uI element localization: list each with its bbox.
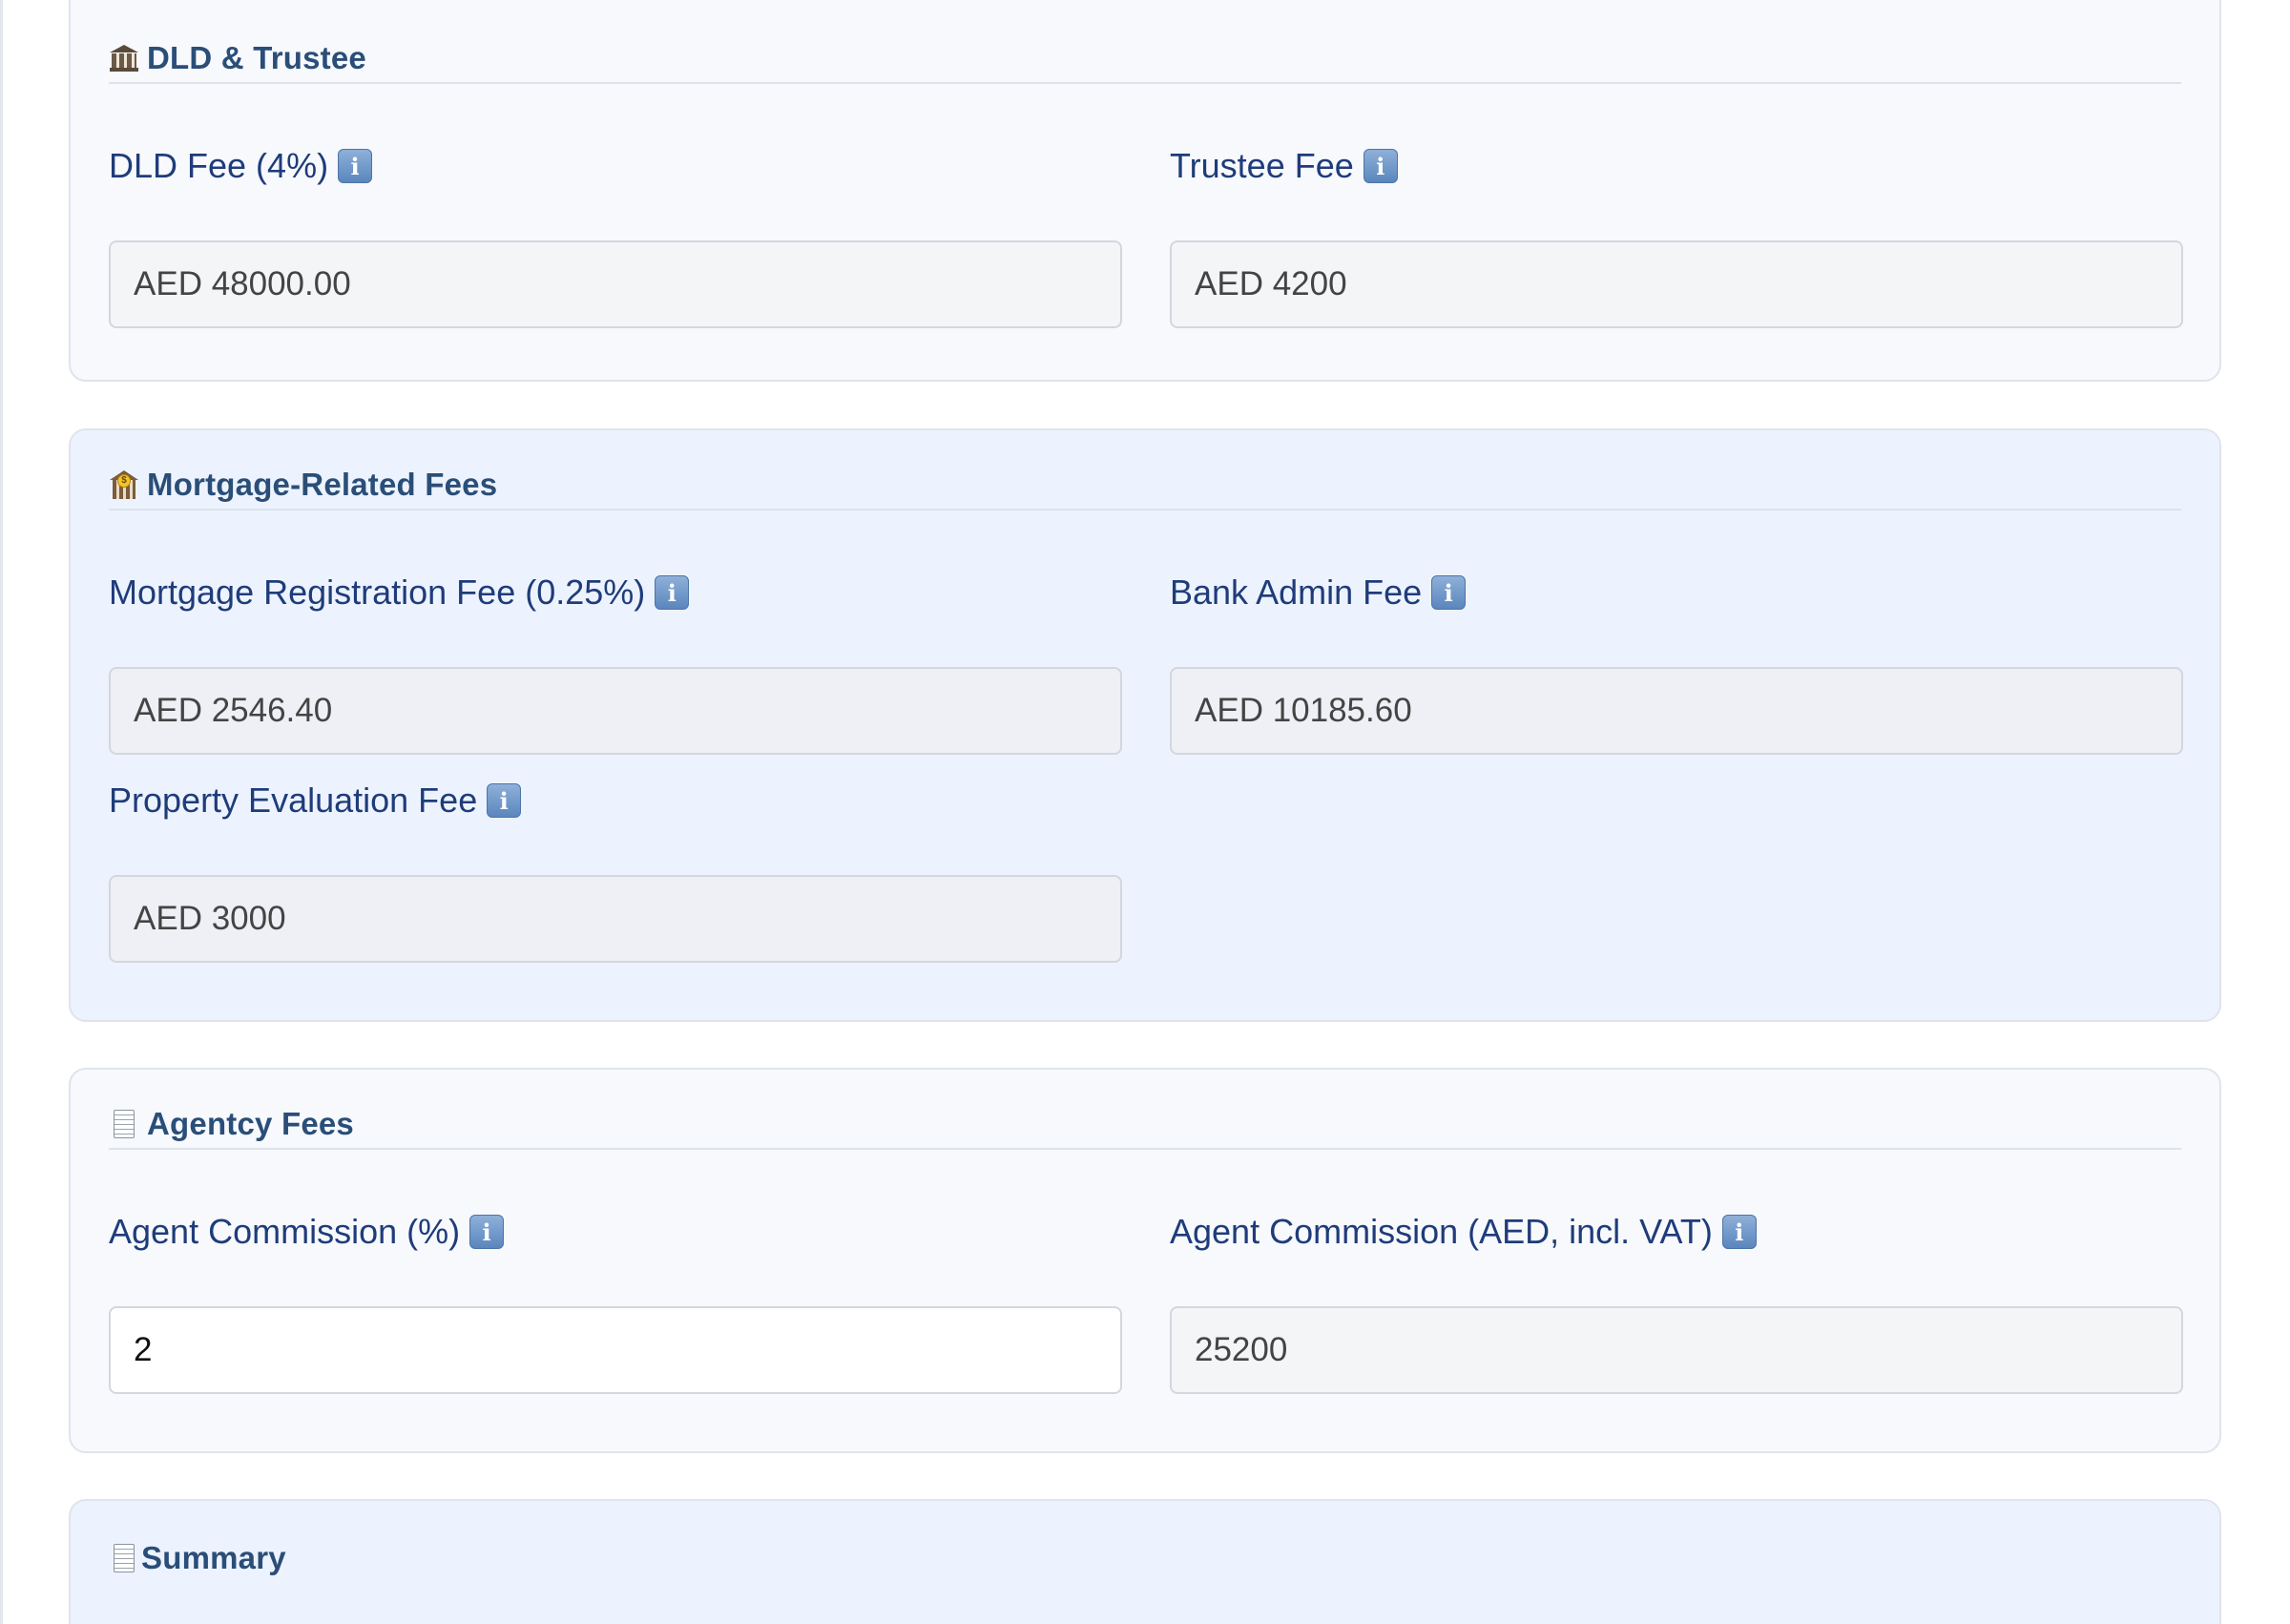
dld-fee-field: DLD Fee (4%) i (109, 145, 1122, 328)
section-title: Mortgage-Related Fees (147, 467, 498, 502)
field-label: Trustee Fee i (1170, 145, 2183, 187)
section-title: DLD & Trustee (147, 40, 366, 75)
mortgage-fees-section: $ Mortgage-Related Fees Mortgage Registr… (69, 428, 2221, 1022)
info-icon[interactable]: i (338, 149, 373, 183)
agent-commission-aed-field: Agent Commission (AED, incl. VAT) i (1170, 1211, 2183, 1394)
dld-fee-input[interactable] (109, 240, 1122, 328)
agent-commission-pct-field: Agent Commission (%) i (109, 1211, 1122, 1394)
info-icon[interactable]: i (655, 575, 690, 610)
field-label: Mortgage Registration Fee (0.25%) i (109, 572, 1122, 614)
info-icon[interactable]: i (487, 783, 522, 818)
mortgage-fees-header: $ Mortgage-Related Fees (109, 461, 2181, 510)
bank-admin-fee-field: Bank Admin Fee i (1170, 572, 2183, 755)
bank-building-icon (109, 43, 139, 73)
field-label: DLD Fee (4%) i (109, 145, 1122, 187)
bank-admin-fee-input[interactable] (1170, 667, 2183, 755)
receipt-icon (109, 1543, 139, 1573)
field-label: Agent Commission (AED, incl. VAT) i (1170, 1211, 2183, 1253)
trustee-fee-input[interactable] (1170, 240, 2183, 328)
field-label: Agent Commission (%) i (109, 1211, 1122, 1253)
dld-trustee-section: DLD & Trustee DLD Fee (4%) i Trustee Fee… (69, 0, 2221, 382)
mortgage-registration-fee-field: Mortgage Registration Fee (0.25%) i (109, 572, 1122, 755)
mortgage-registration-fee-label: Mortgage Registration Fee (0.25%) (109, 573, 646, 612)
dld-fee-label: DLD Fee (4%) (109, 146, 329, 185)
agent-commission-aed-label: Agent Commission (AED, incl. VAT) (1170, 1212, 1713, 1251)
section-title: Summary (141, 1540, 286, 1575)
bank-admin-fee-label: Bank Admin Fee (1170, 573, 1423, 612)
property-evaluation-fee-field: Property Evaluation Fee i (109, 780, 1122, 963)
property-evaluation-fee-input[interactable] (109, 875, 1122, 963)
field-label: Bank Admin Fee i (1170, 572, 2183, 614)
trustee-fee-field: Trustee Fee i (1170, 145, 2183, 328)
dld-trustee-header: DLD & Trustee (109, 34, 2181, 84)
info-icon[interactable]: i (1721, 1215, 1757, 1249)
info-icon[interactable]: i (1431, 575, 1467, 610)
summary-section: Summary (69, 1499, 2221, 1624)
section-title: Agentcy Fees (147, 1106, 354, 1141)
property-evaluation-fee-label: Property Evaluation Fee (109, 781, 478, 820)
receipt-icon (109, 1109, 139, 1139)
agent-commission-pct-input[interactable] (109, 1306, 1122, 1394)
info-icon[interactable]: i (469, 1215, 505, 1249)
info-icon[interactable]: i (1363, 149, 1398, 183)
agency-fees-section: Agentcy Fees Agent Commission (%) i Agen… (69, 1068, 2221, 1453)
agent-commission-pct-label: Agent Commission (%) (109, 1212, 461, 1251)
field-label: Property Evaluation Fee i (109, 780, 1122, 822)
agency-fees-header: Agentcy Fees (109, 1100, 2181, 1150)
bank-money-icon: $ (109, 469, 139, 500)
trustee-fee-label: Trustee Fee (1170, 146, 1354, 185)
summary-header: Summary (109, 1533, 2181, 1583)
mortgage-registration-fee-input[interactable] (109, 667, 1122, 755)
agent-commission-aed-input[interactable] (1170, 1306, 2183, 1394)
